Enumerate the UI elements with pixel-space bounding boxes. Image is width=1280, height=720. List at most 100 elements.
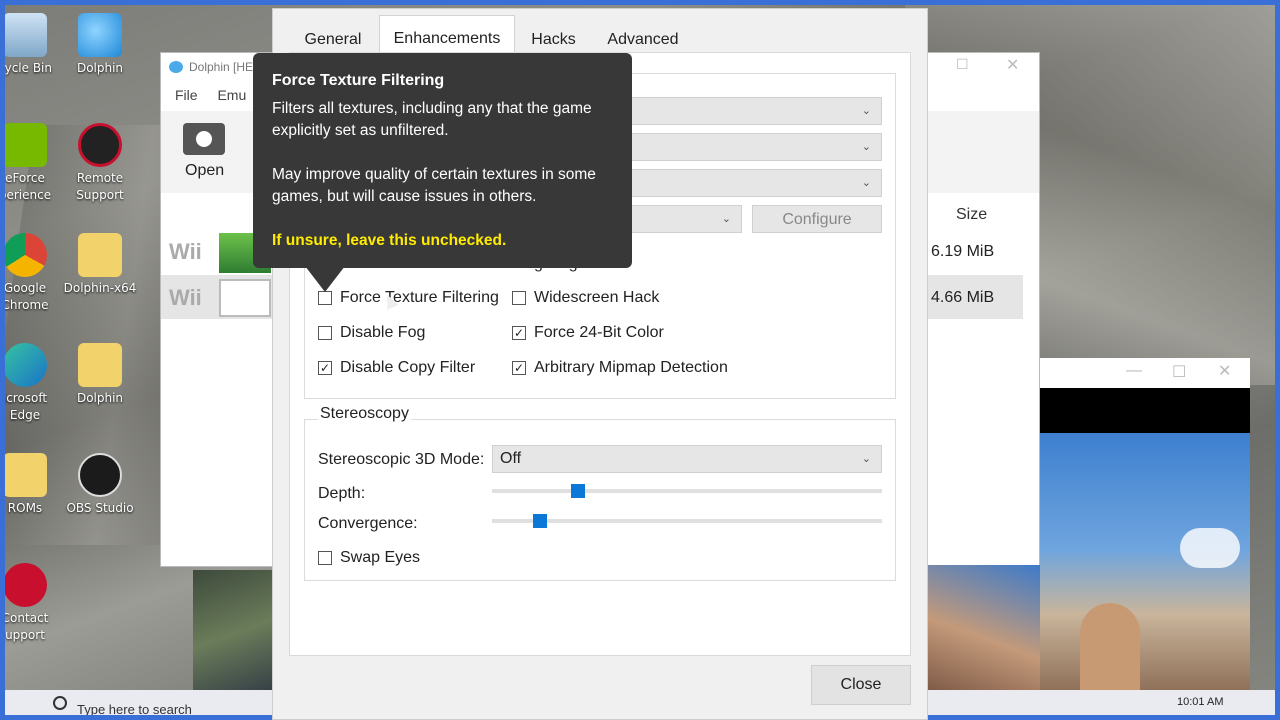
dolphin-icon [78, 13, 122, 57]
convergence-slider[interactable] [492, 514, 882, 528]
internal-resolution-combo[interactable]: ) ⌄ [620, 97, 882, 125]
tab-hacks[interactable]: Hacks [516, 17, 591, 53]
desktop-icon-label: OBS Studio [66, 501, 134, 515]
chevron-down-icon: ⌄ [861, 453, 871, 465]
widescreen-hack-checkbox[interactable]: Widescreen Hack [512, 287, 702, 309]
anti-aliasing-combo[interactable]: ⌄ [620, 133, 882, 161]
chat-icon [5, 563, 47, 607]
tooltip-title: Force Texture Filtering [272, 72, 445, 89]
main-menu-bar: File Emu [175, 87, 246, 103]
force-texture-filtering-checkbox[interactable]: Force Texture Filtering [318, 287, 508, 309]
checkbox-label: Force Texture Filtering [340, 289, 499, 306]
game-render-window: — ☐ ✕ [1040, 358, 1250, 693]
obs-icon [78, 453, 122, 497]
background-game-art [925, 565, 1045, 695]
checkbox-box[interactable]: ✓ [512, 361, 526, 375]
chevron-down-icon: ⌄ [861, 141, 871, 153]
stereoscopic-mode-label: Stereoscopic 3D Mode: [318, 451, 485, 468]
checkbox-label: Disable Fog [340, 324, 426, 341]
cloud [1180, 528, 1240, 568]
desktop-icon-obs[interactable]: OBS Studio [50, 453, 150, 517]
desktop-icon-label: Dolphin-x64 [63, 281, 137, 295]
folder-icon [5, 453, 47, 497]
size-column-header[interactable]: Size [956, 206, 987, 224]
game-viewport [1040, 388, 1250, 693]
platform-label: Wii [169, 239, 202, 264]
desktop-icon-dolphin[interactable]: Dolphin [50, 13, 150, 77]
menu-emulation[interactable]: Emu [217, 87, 246, 103]
tab-enhancements[interactable]: Enhancements [379, 15, 515, 53]
depth-slider[interactable] [492, 484, 882, 498]
checkbox-box[interactable]: ✓ [512, 326, 526, 340]
background-game-art [193, 570, 283, 695]
checkbox-box[interactable] [512, 291, 526, 305]
desktop-icon-label: Dolphin [76, 61, 124, 75]
desktop-icon-dolphin-folder[interactable]: Dolphin [50, 343, 150, 407]
size-cell: 6.19 MiB [931, 243, 995, 260]
nvidia-icon [5, 123, 47, 167]
disable-fog-checkbox[interactable]: Disable Fog [318, 322, 508, 344]
chevron-down-icon: ⌄ [721, 213, 731, 225]
tab-general[interactable]: General [288, 17, 378, 53]
tooltip-pointer [305, 266, 345, 292]
disable-copy-filter-checkbox[interactable]: ✓ Disable Copy Filter [318, 357, 508, 379]
folder-icon [78, 233, 122, 277]
checkbox-box[interactable] [318, 291, 332, 305]
tooltip-paragraph: May improve quality of certain textures … [272, 166, 596, 205]
post-processing-combo[interactable]: ⌄ [620, 205, 742, 233]
dolphin-icon [169, 61, 183, 73]
taskbar-clock[interactable]: 10:01 AM [1177, 696, 1223, 708]
slider-thumb[interactable] [570, 484, 585, 498]
checkbox-box[interactable] [318, 551, 332, 565]
anisotropic-filtering-combo[interactable]: ⌄ [620, 169, 882, 197]
desktop-icon-contact-support[interactable]: Contact upport [5, 563, 75, 644]
swap-eyes-checkbox[interactable]: Swap Eyes [318, 547, 468, 569]
force-24-bit-color-checkbox[interactable]: ✓ Force 24-Bit Color [512, 322, 702, 344]
stereoscopic-mode-combo[interactable]: Off ⌄ [492, 445, 882, 473]
desktop-icon-label: Contact upport [5, 611, 49, 642]
configure-button[interactable]: Configure [752, 205, 882, 233]
edge-icon [5, 343, 47, 387]
tab-advanced[interactable]: Advanced [593, 17, 693, 53]
tooltip-paragraph: Filters all textures, including any that… [272, 100, 592, 139]
chrome-icon [5, 233, 47, 277]
tooltip: Force Texture Filtering Filters all text… [253, 53, 632, 268]
mii-character [1080, 603, 1140, 693]
stereoscopy-group-title: Stereoscopy [318, 405, 411, 423]
close-icon[interactable]: ✕ [1218, 361, 1231, 381]
desktop-icon-remote-support[interactable]: Remote Support [50, 123, 150, 204]
recycle-bin-icon [5, 13, 47, 57]
convergence-label: Convergence: [318, 515, 418, 532]
remote-support-icon [78, 123, 122, 167]
folder-icon [78, 343, 122, 387]
open-icon [183, 123, 225, 155]
close-icon[interactable]: ✕ [1006, 55, 1019, 74]
combo-value: Off [500, 450, 522, 467]
game-banner [219, 279, 271, 317]
maximize-icon[interactable]: ☐ [956, 57, 969, 73]
minimize-icon[interactable]: — [1126, 362, 1142, 380]
checkbox-box[interactable]: ✓ [318, 361, 332, 375]
menu-file[interactable]: File [175, 87, 198, 103]
checkbox-label: Swap Eyes [340, 549, 421, 566]
checkbox-label: Disable Copy Filter [340, 359, 476, 376]
tooltip-warning: If unsure, leave this unchecked. [272, 232, 507, 249]
checkbox-label: Force 24-Bit Color [534, 324, 664, 341]
open-button[interactable]: Open [185, 162, 224, 180]
arbitrary-mipmap-detection-checkbox[interactable]: ✓ Arbitrary Mipmap Detection [512, 357, 752, 379]
size-cell: 4.66 MiB [931, 289, 995, 306]
checkbox-label: Arbitrary Mipmap Detection [534, 359, 728, 376]
checkbox-box[interactable] [318, 326, 332, 340]
taskbar-search-input[interactable]: Type here to search [77, 702, 192, 715]
chevron-down-icon: ⌄ [861, 177, 871, 189]
desktop-icon-label: Dolphin [76, 391, 124, 405]
maximize-icon[interactable]: ☐ [1172, 362, 1186, 382]
slider-thumb[interactable] [533, 514, 548, 528]
chevron-down-icon: ⌄ [861, 105, 871, 117]
desktop-icon-dolphin-x64[interactable]: Dolphin-x64 [50, 233, 150, 297]
close-button[interactable]: Close [811, 665, 911, 705]
checkbox-label: Widescreen Hack [534, 289, 660, 306]
depth-label: Depth: [318, 485, 366, 502]
search-icon[interactable] [53, 696, 67, 710]
platform-label: Wii [169, 285, 202, 310]
